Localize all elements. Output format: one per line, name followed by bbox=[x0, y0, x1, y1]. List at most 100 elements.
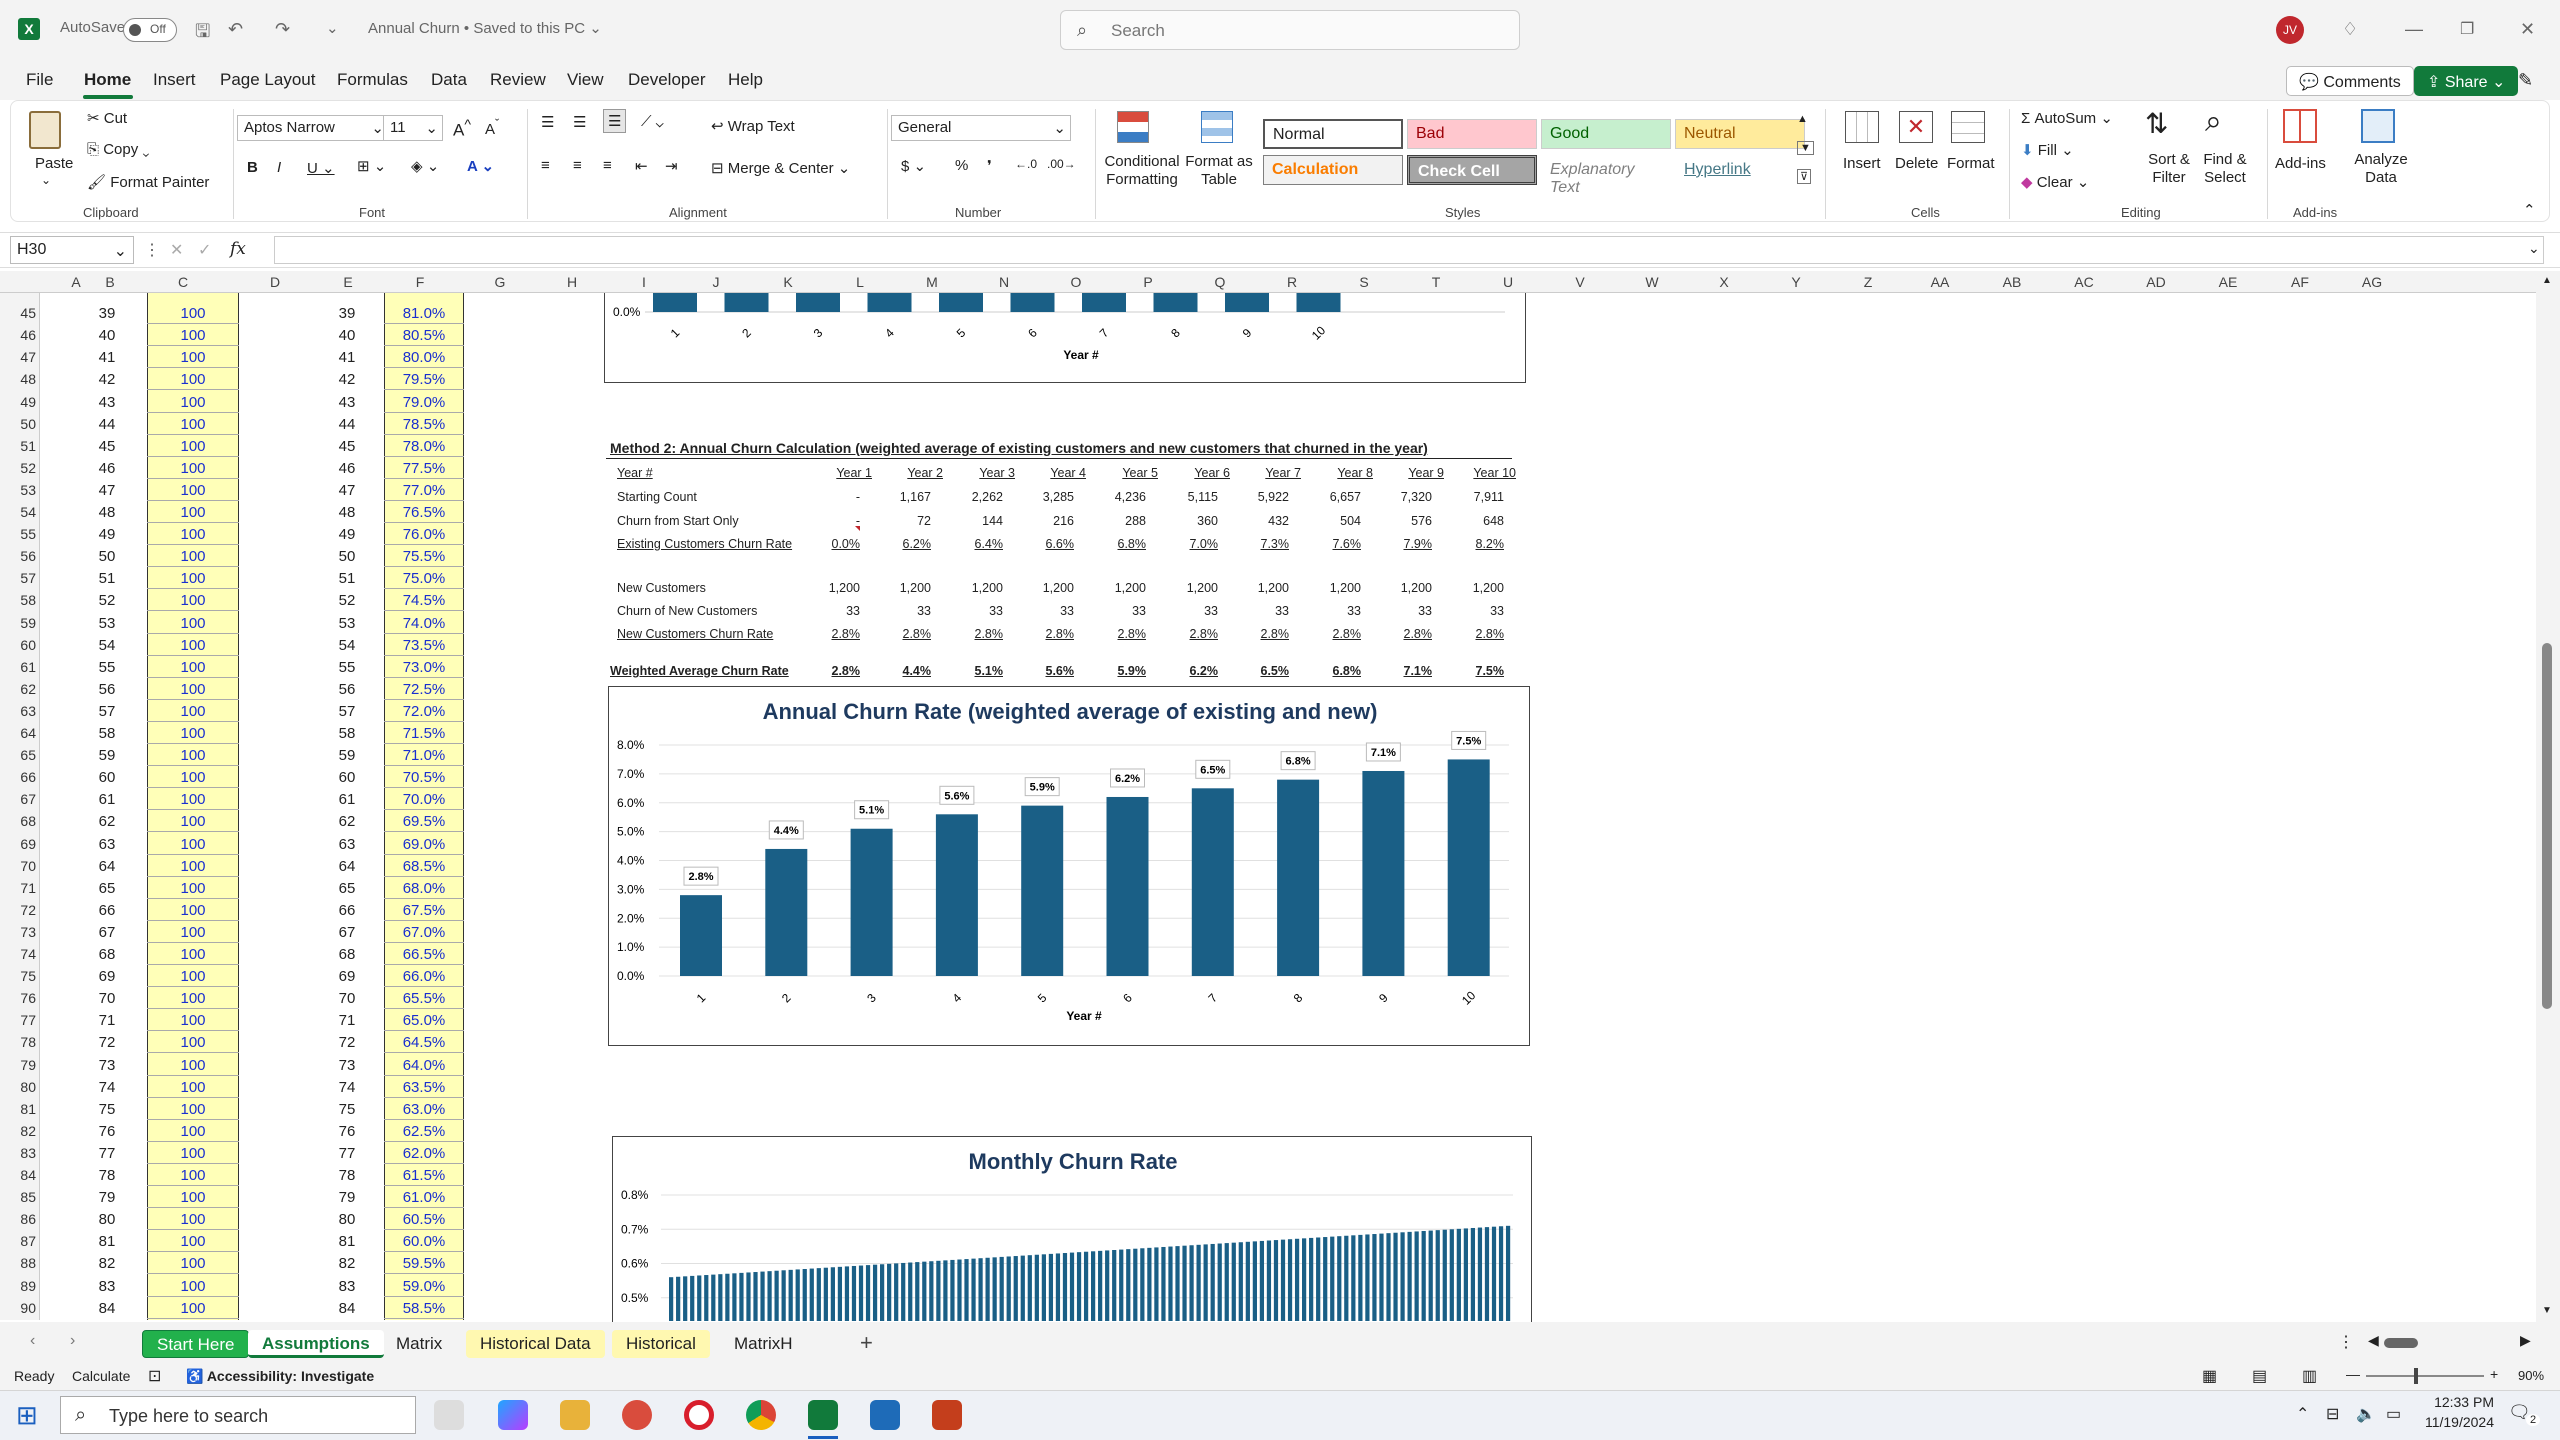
cell-e[interactable]: 54 bbox=[314, 637, 380, 654]
addins-icon[interactable] bbox=[2283, 109, 2317, 143]
paste-icon[interactable] bbox=[29, 111, 61, 149]
column-header-p[interactable]: P bbox=[1112, 274, 1184, 290]
menu-page-layout[interactable]: Page Layout bbox=[220, 70, 315, 90]
cut-button[interactable]: ✂ Cut bbox=[87, 109, 127, 127]
sheet-tab-matrix[interactable]: Matrix bbox=[382, 1330, 456, 1358]
format-button[interactable]: Format bbox=[1947, 155, 1995, 172]
add-sheet-icon[interactable]: + bbox=[860, 1330, 873, 1356]
cell-f-input[interactable]: 77.5% bbox=[386, 460, 462, 477]
cell-f-input[interactable]: 72.5% bbox=[386, 681, 462, 698]
m2-cell[interactable]: 33 bbox=[812, 604, 860, 618]
row-header[interactable]: 86 bbox=[0, 1211, 36, 1227]
cell-e[interactable]: 84 bbox=[314, 1300, 380, 1317]
m2-cell[interactable]: 33 bbox=[1026, 604, 1074, 618]
conditional-formatting-button[interactable]: Conditional Formatting bbox=[1097, 153, 1187, 189]
cell-e[interactable]: 76 bbox=[314, 1123, 380, 1140]
align-left-icon[interactable]: ≡ bbox=[541, 157, 550, 174]
decrease-indent-icon[interactable]: ⇤ bbox=[635, 157, 648, 175]
styles-up-icon[interactable]: ▲ bbox=[1797, 113, 1808, 125]
cell-e[interactable]: 79 bbox=[314, 1189, 380, 1206]
m2-weighted-cell[interactable]: 6.8% bbox=[1313, 664, 1362, 678]
cell-e[interactable]: 51 bbox=[314, 570, 380, 587]
cell-f-input[interactable]: 62.0% bbox=[386, 1145, 462, 1162]
m2-cell[interactable]: 6.2% bbox=[883, 537, 932, 551]
page-break-view-icon[interactable]: ▥ bbox=[2302, 1366, 2317, 1386]
column-header-aa[interactable]: AA bbox=[1904, 274, 1976, 290]
cell-e[interactable]: 61 bbox=[314, 791, 380, 808]
row-header[interactable]: 67 bbox=[0, 791, 36, 807]
m2-cell[interactable]: 2.8% bbox=[1384, 627, 1433, 641]
cell-b[interactable]: 80 bbox=[74, 1211, 140, 1228]
cell-b[interactable]: 60 bbox=[74, 769, 140, 786]
menu-file[interactable]: File bbox=[26, 70, 53, 90]
sheet-tab-start-here[interactable]: Start Here bbox=[142, 1330, 250, 1358]
cell-c-input[interactable]: 100 bbox=[148, 990, 238, 1007]
font-size-box[interactable]: 11 ⌄ bbox=[383, 115, 443, 141]
cell-c-input[interactable]: 100 bbox=[148, 1278, 238, 1295]
menu-insert[interactable]: Insert bbox=[153, 70, 196, 90]
cell-f-input[interactable]: 68.0% bbox=[386, 880, 462, 897]
m2-cell[interactable]: 33 bbox=[1241, 604, 1289, 618]
column-header-ab[interactable]: AB bbox=[1976, 274, 2048, 290]
increase-indent-icon[interactable]: ⇥ bbox=[665, 157, 678, 175]
cell-e[interactable]: 40 bbox=[314, 327, 380, 344]
document-title[interactable]: Annual Churn • Saved to this PC ⌄ bbox=[368, 19, 602, 37]
m2-cell[interactable]: 5,922 bbox=[1241, 490, 1289, 504]
clear-button[interactable]: ◆ Clear ⌄ bbox=[2021, 173, 2089, 191]
cell-c-input[interactable]: 100 bbox=[148, 349, 238, 366]
cell-c-input[interactable]: 100 bbox=[148, 438, 238, 455]
cell-c-input[interactable]: 100 bbox=[148, 460, 238, 477]
zoom-slider-thumb[interactable] bbox=[2414, 1368, 2418, 1384]
minimize-icon[interactable]: — bbox=[2405, 19, 2423, 40]
cell-e[interactable]: 48 bbox=[314, 504, 380, 521]
font-color-icon[interactable]: A ⌄ bbox=[467, 157, 494, 175]
zoom-level[interactable]: 90% bbox=[2518, 1368, 2544, 1383]
m2-cell[interactable]: 33 bbox=[1384, 604, 1432, 618]
cell-e[interactable]: 70 bbox=[314, 990, 380, 1007]
cell-c-input[interactable]: 100 bbox=[148, 327, 238, 344]
cell-c-input[interactable]: 100 bbox=[148, 482, 238, 499]
cell-f-input[interactable]: 66.5% bbox=[386, 946, 462, 963]
cell-f-input[interactable]: 61.5% bbox=[386, 1167, 462, 1184]
cell-f-input[interactable]: 63.0% bbox=[386, 1101, 462, 1118]
m2-cell[interactable]: 2.8% bbox=[955, 627, 1004, 641]
cell-b[interactable]: 46 bbox=[74, 460, 140, 477]
cell-f-input[interactable]: 76.5% bbox=[386, 504, 462, 521]
cell-f-input[interactable]: 73.0% bbox=[386, 659, 462, 676]
m2-weighted-cell[interactable]: 4.4% bbox=[883, 664, 932, 678]
lightbulb-icon[interactable]: ♢ bbox=[2342, 19, 2358, 40]
cell-e[interactable]: 81 bbox=[314, 1233, 380, 1250]
column-header-k[interactable]: K bbox=[752, 274, 824, 290]
cell-e[interactable]: 62 bbox=[314, 813, 380, 830]
cell-f-input[interactable]: 64.0% bbox=[386, 1057, 462, 1074]
m2-cell[interactable]: 1,200 bbox=[883, 581, 931, 595]
row-header[interactable]: 81 bbox=[0, 1101, 36, 1117]
cell-e[interactable]: 73 bbox=[314, 1057, 380, 1074]
column-header-v[interactable]: V bbox=[1544, 274, 1616, 290]
cell-e[interactable]: 64 bbox=[314, 858, 380, 875]
cell-c-input[interactable]: 100 bbox=[148, 637, 238, 654]
menu-home[interactable]: Home bbox=[84, 70, 131, 90]
cell-b[interactable]: 76 bbox=[74, 1123, 140, 1140]
m2-cell[interactable]: 7.0% bbox=[1170, 537, 1219, 551]
m2-weighted-cell[interactable]: 2.8% bbox=[812, 664, 861, 678]
column-header-g[interactable]: G bbox=[464, 274, 536, 290]
cell-c-input[interactable]: 100 bbox=[148, 1255, 238, 1272]
currency-icon[interactable]: $ ⌄ bbox=[901, 157, 926, 175]
photos-icon[interactable] bbox=[870, 1400, 900, 1430]
cancel-formula-icon[interactable]: ✕ bbox=[170, 240, 183, 260]
row-header[interactable]: 59 bbox=[0, 615, 36, 631]
format-as-table-icon[interactable] bbox=[1201, 111, 1233, 143]
format-as-table-button[interactable]: Format as Table bbox=[1183, 153, 1255, 189]
m2-cell[interactable]: 1,200 bbox=[1098, 581, 1146, 595]
m2-cell[interactable]: 6.8% bbox=[1098, 537, 1147, 551]
cell-f-input[interactable]: 60.0% bbox=[386, 1233, 462, 1250]
cell-c-input[interactable]: 100 bbox=[148, 1145, 238, 1162]
cell-f-input[interactable]: 73.5% bbox=[386, 637, 462, 654]
page-layout-view-icon[interactable]: ▤ bbox=[2252, 1366, 2267, 1386]
style-bad[interactable]: Bad bbox=[1407, 119, 1537, 149]
column-header-e[interactable]: E bbox=[312, 274, 384, 290]
cell-e[interactable]: 83 bbox=[314, 1278, 380, 1295]
conditional-formatting-icon[interactable] bbox=[1117, 111, 1149, 143]
row-header[interactable]: 47 bbox=[0, 349, 36, 365]
